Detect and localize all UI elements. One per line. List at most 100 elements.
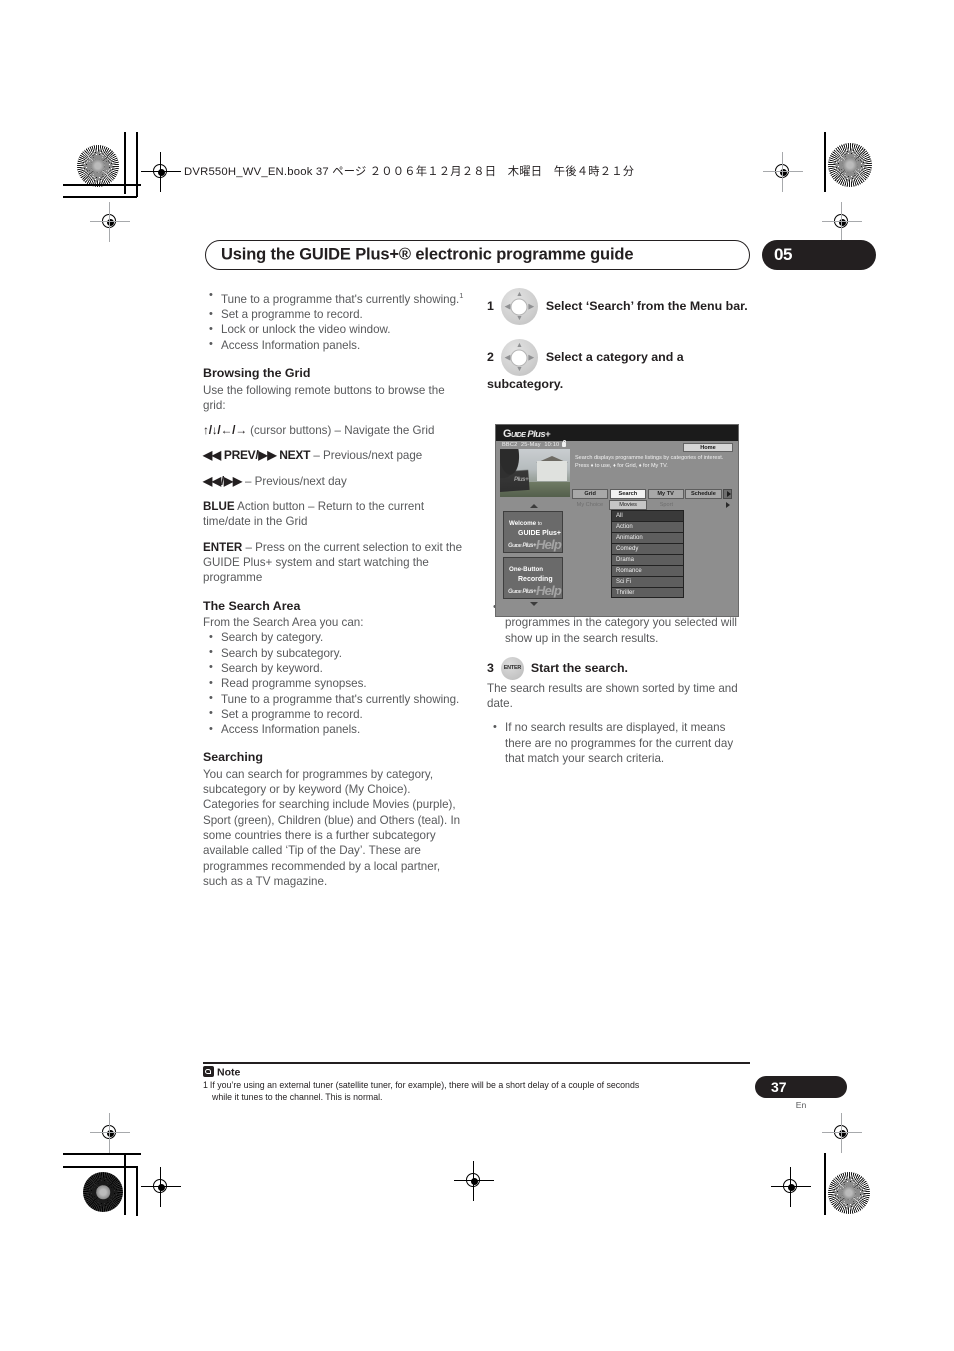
bullet-text-1: Tune to a programme that's currently sho…: [221, 292, 460, 306]
help-panel-one-button-recording[interactable]: Help One-Button Recording GUIDE Plus+: [503, 557, 563, 599]
registration-target-left-upper: [90, 202, 130, 242]
search-bullet-2: Search by subcategory.: [221, 646, 342, 660]
list-item: Lock or unlock the video window.: [203, 322, 466, 338]
list-item[interactable]: Comedy: [611, 543, 684, 554]
enter-button-desc: – Press on the current selection to exit…: [203, 540, 463, 585]
step-1-text: Select ‘Search’ from the Menu bar.: [545, 298, 748, 313]
step3-note-text: If no search results are displayed, it m…: [505, 721, 734, 766]
prev-next-day-glyphs: ◀◀/▶▶: [203, 473, 242, 488]
page-language: En: [795, 1100, 807, 1110]
enter-button-icon[interactable]: ENTER: [500, 656, 524, 680]
search-bullet-3: Search by keyword.: [221, 661, 323, 675]
scroll-down-arrow-icon[interactable]: [530, 602, 538, 606]
list-item[interactable]: Thriller: [611, 587, 684, 598]
list-item[interactable]: Animation: [611, 532, 684, 543]
crop-mark-tr-v: [824, 132, 826, 192]
registration-target-right-lower: [822, 1113, 862, 1153]
subtab-my-choice-label: My Choice: [576, 501, 604, 508]
list-item: Search by keyword.: [203, 660, 466, 676]
cursor-pad-icon[interactable]: ▲ ▼ ◀ ▶: [500, 339, 538, 376]
page-number-badge: 37: [755, 1076, 847, 1098]
subtab-movies-label: Movies: [619, 501, 637, 508]
registration-target-bottom-b: [771, 1167, 811, 1207]
registration-target-top-a: [141, 152, 181, 192]
note-body: 1 If you’re using an external tuner (sate…: [203, 1080, 755, 1103]
book-filename-header: DVR550H_WV_EN.book 37 ページ ２００６年１２月２８日 木曜…: [184, 166, 635, 178]
page-title: Using the GUIDE Plus+® electronic progra…: [221, 245, 634, 264]
tab-my-tv[interactable]: My TV: [647, 489, 684, 499]
help-panel-rec-line2: Recording: [518, 576, 553, 583]
registration-target-bottom-center: [454, 1161, 494, 1201]
subtab-sport[interactable]: Sport: [649, 500, 685, 510]
crop-mark-tl-h2: [63, 196, 137, 198]
lock-icon: [562, 439, 567, 447]
tv-channel: BBC2: [502, 442, 518, 448]
home-button[interactable]: Home: [683, 443, 733, 452]
registration-target-left-lower: [90, 1113, 130, 1153]
list-item: Search by subcategory.: [203, 645, 466, 661]
tab-search[interactable]: Search: [609, 489, 646, 499]
note-heading-label: Note: [217, 1066, 241, 1079]
left-column: Tune to a programme that's currently sho…: [203, 287, 466, 889]
page-number: 37: [771, 1079, 787, 1095]
enter-button-label: ENTER: [203, 540, 243, 554]
subtab-empty: [686, 500, 722, 510]
video-watermark: Plus+: [514, 477, 529, 483]
list-item[interactable]: Drama: [611, 554, 684, 565]
step-2: 2 ▲ ▼ ◀ ▶ Select a category and a subcategory…: [487, 339, 752, 392]
help-welcome-main: Welcome: [509, 520, 537, 527]
crop-mark-tl-v: [124, 132, 126, 194]
browsing-entry-1: ↑/↓/←/→ (cursor buttons) – Navigate the …: [203, 423, 466, 438]
menu-next-arrow-icon[interactable]: [723, 489, 732, 499]
enter-button-icon-label: ENTER: [503, 665, 522, 672]
subtab-my-choice[interactable]: My Choice: [572, 500, 608, 510]
video-house: [537, 461, 567, 481]
cursor-pad-icon[interactable]: ▲ ▼ ◀ ▶: [500, 288, 538, 325]
list-item[interactable]: Action: [611, 521, 684, 532]
heading-searching: Searching: [203, 750, 263, 765]
registration-target-bottom-a: [141, 1167, 181, 1207]
browsing-entry-3: ◀◀/▶▶ – Previous/next day: [203, 474, 466, 489]
browsing-entry-5: ENTER – Press on the current selection t…: [203, 540, 466, 586]
step-2-number: 2: [487, 349, 494, 364]
tab-grid[interactable]: Grid: [572, 489, 609, 499]
help-panel-welcome-line1: Welcome to: [509, 520, 542, 527]
bullet-text-4: Access Information panels.: [221, 338, 361, 352]
subcategory-list: All Action Animation Comedy Drama Romanc…: [611, 510, 684, 598]
home-button-label: Home: [700, 444, 716, 451]
guide-plus-logo-icon: GUIDE Plus+: [503, 428, 551, 440]
subcategory-thriller: Thriller: [616, 589, 635, 596]
list-item[interactable]: All: [611, 510, 684, 521]
step-1: 1 ▲ ▼ ◀ ▶ Select ‘Search’ from the Menu bar.: [487, 288, 752, 325]
footnote-marker: 1: [459, 291, 464, 300]
note-heading: Note: [203, 1066, 240, 1079]
subtab-movies[interactable]: Movies: [609, 500, 647, 510]
registration-target-top-right: [763, 152, 803, 192]
list-item[interactable]: Romance: [611, 565, 684, 576]
tv-video-window[interactable]: Plus+: [500, 449, 570, 497]
list-item: Read programme synopses.: [203, 676, 466, 692]
help-panel-welcome-line2: GUIDE Plus+: [518, 530, 561, 537]
subcategory-romance: Romance: [616, 568, 642, 574]
scroll-up-arrow-icon[interactable]: [530, 504, 538, 508]
registration-starburst-bottom-left: [83, 1172, 123, 1212]
list-item[interactable]: Sci Fi: [611, 576, 684, 587]
tab-grid-label: Grid: [584, 491, 596, 497]
crop-mark-bl-h: [63, 1153, 141, 1155]
help-panel-welcome[interactable]: Help Welcome to GUIDE Plus+ GUIDE Plus+: [503, 511, 563, 553]
tab-schedule[interactable]: Schedule: [685, 489, 722, 499]
step-3-text: Start the search.: [530, 660, 629, 675]
tab-my-tv-label: My TV: [657, 491, 674, 497]
help-watermark: Help: [536, 537, 562, 552]
list-item: Access Information panels.: [203, 337, 466, 353]
subcategory-animation: Animation: [616, 535, 643, 541]
step-3: 3 ENTER Start the search.: [487, 656, 752, 680]
chapter-number-badge: 05: [762, 240, 876, 270]
list-item: Tune to a programme that's currently sho…: [203, 691, 466, 707]
blue-button-desc: Action button – Return to the current ti…: [203, 500, 425, 529]
help-watermark: Help: [536, 583, 562, 598]
subcategory-scifi: Sci Fi: [616, 579, 631, 585]
subcategory-next-arrow-icon[interactable]: [723, 500, 732, 510]
note-line-2: while it tunes to the channel. This is n…: [212, 1091, 383, 1102]
note-line-1: If you’re using an external tuner (satel…: [209, 1080, 640, 1090]
